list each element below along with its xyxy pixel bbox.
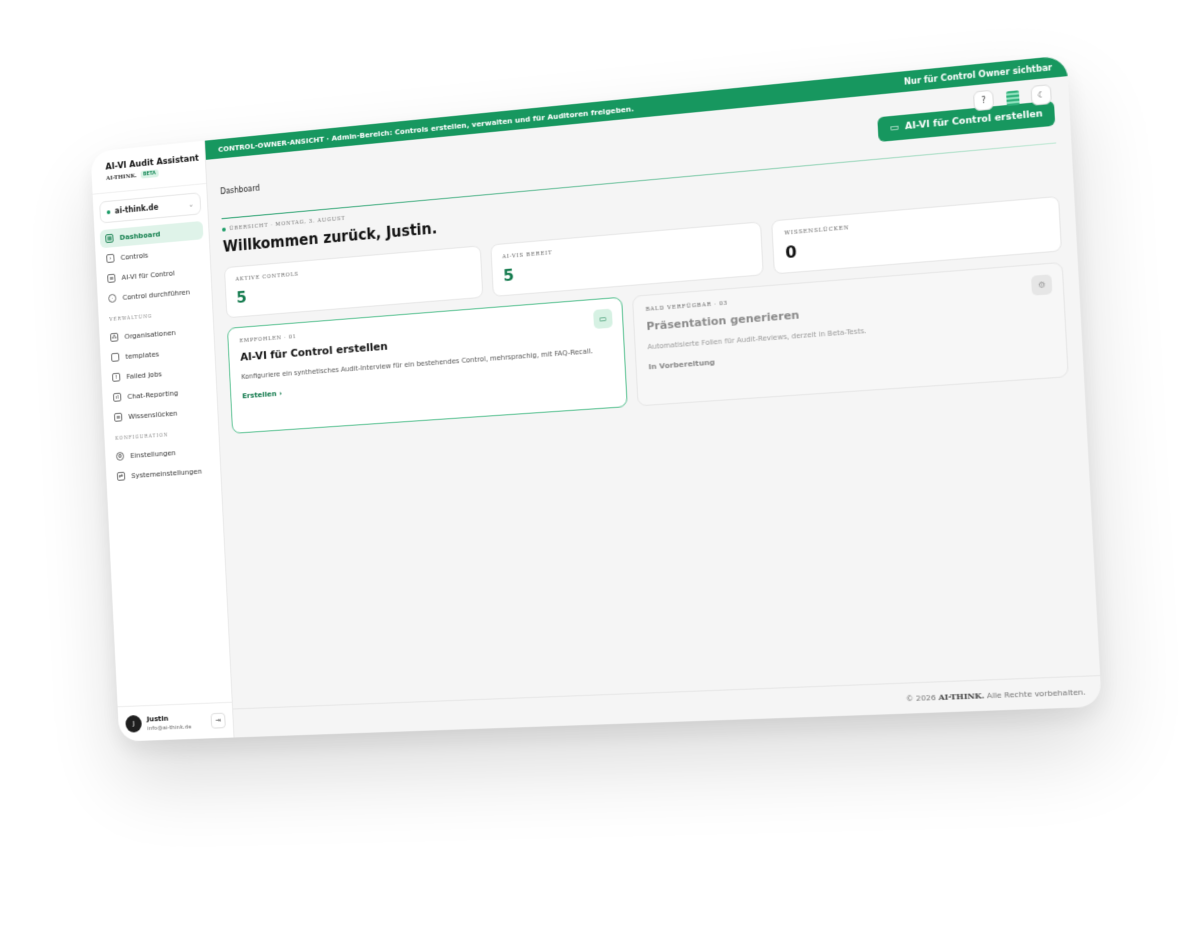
bookmark-icon — [111, 352, 120, 362]
play-icon: › — [106, 253, 115, 264]
footer-rights: Alle Rechte vorbehalten. — [986, 687, 1087, 701]
sidebar-item-label: AI-VI für Control — [121, 268, 175, 282]
org-selector[interactable]: ai-think.de ⌄ — [99, 192, 202, 224]
chart-icon: ıl — [112, 392, 122, 402]
create-ai-vi-button[interactable]: ▭ AI-VI für Control erstellen — [877, 100, 1056, 142]
sidebar-item-label: Controls — [120, 250, 149, 262]
card-presentation: ⚙ BALD VERFÜGBAR · 03 Präsentation gener… — [631, 261, 1069, 407]
gear-icon: ⚙ — [115, 451, 125, 461]
sidebar-item-label: Systemeinstellungen — [131, 466, 203, 480]
create-ai-vi-label: AI-VI für Control erstellen — [904, 109, 1044, 133]
brand-logo-icon — [99, 162, 101, 184]
org-name: ai-think.de — [114, 202, 159, 216]
sidebar-item-label: Organisationen — [124, 328, 176, 341]
user-name: Justin — [146, 713, 169, 724]
create-link-label: Erstellen — [242, 389, 277, 401]
chat-icon: ▭ — [593, 308, 613, 330]
brand-company: AI-THINK. — [105, 171, 138, 182]
sidebar-item-label: Einstellungen — [130, 448, 177, 460]
sliders-icon: ⇄ — [116, 471, 126, 481]
logout-icon[interactable]: ⇥ — [210, 712, 226, 729]
chat-icon: ▭ — [889, 122, 899, 134]
sidebar-item-label: Failed Jobs — [126, 369, 163, 381]
chat-icon: ≡ — [107, 273, 116, 283]
help-icon[interactable]: ? — [972, 89, 995, 112]
sidebar-item-label: templates — [125, 349, 160, 361]
breadcrumb[interactable]: Dashboard — [220, 183, 260, 195]
beta-badge: BETA — [140, 169, 159, 179]
stat-card-active-controls[interactable]: AKTIVE CONTROLS 5 — [223, 245, 484, 319]
footer: © 2026 AI-THINK. Alle Rechte vorbehalten… — [233, 675, 1102, 738]
avatar[interactable]: J — [125, 714, 143, 733]
sidebar-item-label: Dashboard — [119, 229, 161, 242]
status-dot — [222, 227, 226, 232]
user-panel: J Justin info@ai-think.de ⇥ — [117, 701, 234, 742]
user-email: info@ai-think.de — [147, 723, 192, 732]
sidebar-item-label: Chat-Reporting — [127, 388, 179, 401]
brand[interactable]: AI-VI Audit Assistant AI-THINK. BETA — [90, 140, 207, 195]
gear-icon: ⚙ — [1030, 274, 1053, 296]
footer-brand: AI-THINK. — [938, 691, 985, 703]
warning-icon: ! — [112, 372, 121, 382]
chevron-right-icon: › — [278, 388, 283, 398]
stat-card-knowledge-gaps[interactable]: WISSENSLÜCKEN 0 — [771, 195, 1063, 275]
footer-copyright: © 2026 — [905, 692, 937, 704]
grid-icon: ▦ — [105, 233, 114, 244]
app-logo-icon[interactable] — [1002, 87, 1023, 109]
eye-icon: · — [108, 293, 117, 303]
org-status-dot — [106, 209, 111, 214]
org-icon: ⁂ — [110, 332, 119, 342]
moon-icon[interactable]: ☾ — [1030, 84, 1052, 106]
stat-card-ai-vis-ready[interactable]: AI-VIS BEREIT 5 — [489, 221, 765, 297]
sidebar-item-label: Control durchführen — [122, 287, 191, 302]
chevron-down-icon: ⌄ — [188, 200, 194, 209]
app-window: AI-VI Audit Assistant AI-THINK. BETA ai-… — [90, 55, 1102, 742]
list-icon: ≡ — [113, 412, 123, 422]
main-area: CONTROL-OWNER-ANSICHT · Admin-Bereich: C… — [204, 55, 1102, 738]
card-create-ai-vi[interactable]: ▭ EMPFOHLEN · 01 AI-VI für Control erste… — [226, 296, 628, 434]
sidebar-item-label: Wissenslücken — [128, 408, 178, 421]
